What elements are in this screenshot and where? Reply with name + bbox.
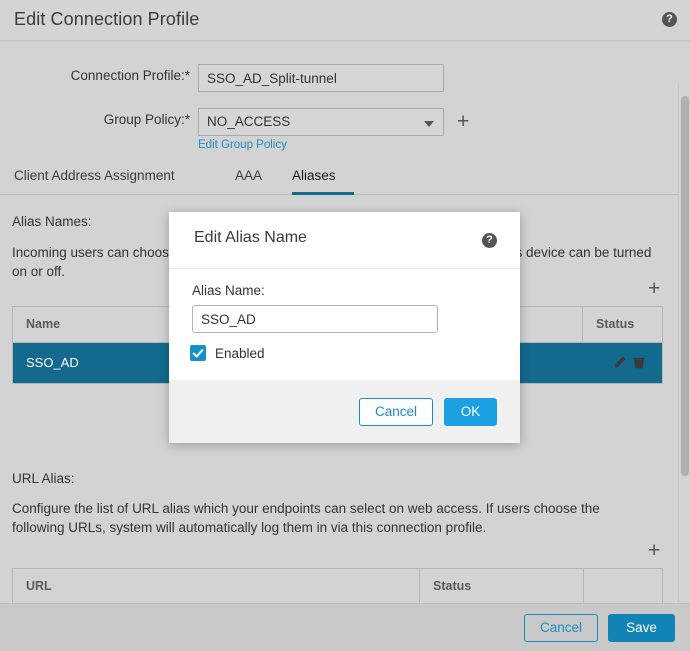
- dialog-titlebar: Edit Connection Profile ?: [0, 0, 690, 41]
- modal-footer: Cancel OK: [169, 380, 520, 443]
- column-divider: [583, 569, 584, 604]
- row-actions: [612, 355, 646, 370]
- tab-aaa[interactable]: AAA: [235, 163, 268, 194]
- connection-profile-label: Connection Profile:*: [70, 68, 190, 83]
- url-table-header: URL Status: [13, 569, 662, 605]
- tab-label: Client Address Assignment: [14, 168, 175, 183]
- connection-profile-row: Connection Profile:*: [0, 64, 670, 92]
- cancel-button[interactable]: Cancel: [524, 614, 598, 642]
- group-policy-select[interactable]: NO_ACCESS: [198, 108, 444, 136]
- edit-group-policy-link[interactable]: Edit Group Policy: [198, 139, 287, 151]
- alias-name-input[interactable]: [192, 305, 438, 333]
- dialog-footer: Cancel Save: [0, 603, 690, 651]
- enabled-checkbox[interactable]: [190, 345, 206, 361]
- url-alias-description: Configure the list of URL alias which yo…: [12, 501, 600, 535]
- url-table-col-url: URL: [26, 579, 52, 593]
- tab-aliases[interactable]: Aliases: [292, 163, 354, 195]
- tab-bar: Client Address Assignment AAA Aliases: [0, 163, 690, 195]
- add-alias-button[interactable]: +: [648, 278, 660, 299]
- modal-header: Edit Alias Name ?: [169, 212, 520, 269]
- alias-table-col-status: Status: [596, 317, 635, 331]
- enabled-label: Enabled: [215, 345, 265, 361]
- tab-client-address-assignment[interactable]: Client Address Assignment: [14, 163, 211, 194]
- chevron-down-icon: [424, 121, 434, 127]
- vertical-scrollbar[interactable]: [678, 84, 690, 645]
- modal-title: Edit Alias Name: [194, 229, 307, 246]
- modal-cancel-button[interactable]: Cancel: [359, 398, 433, 426]
- help-icon[interactable]: ?: [662, 12, 677, 27]
- scrollbar-thumb[interactable]: [681, 96, 689, 476]
- trash-icon[interactable]: [632, 355, 646, 370]
- alias-name-label: Alias Name:: [192, 283, 265, 298]
- alias-names-heading: Alias Names:: [12, 214, 92, 229]
- connection-profile-input[interactable]: [198, 64, 444, 92]
- url-table-col-status: Status: [433, 579, 472, 593]
- modal-ok-button[interactable]: OK: [444, 398, 497, 426]
- url-alias-heading: URL Alias:: [12, 471, 75, 486]
- pencil-icon[interactable]: [612, 355, 627, 370]
- add-url-alias-button[interactable]: +: [648, 540, 660, 561]
- save-button[interactable]: Save: [608, 614, 675, 642]
- edit-alias-name-dialog: Edit Alias Name ? Alias Name: Enabled Ca…: [169, 212, 520, 443]
- group-policy-row: Group Policy:* NO_ACCESS +: [0, 108, 670, 136]
- help-icon[interactable]: ?: [482, 233, 497, 248]
- add-group-policy-button[interactable]: +: [457, 111, 469, 132]
- enabled-checkbox-row[interactable]: Enabled: [190, 345, 265, 361]
- group-policy-selected-value: NO_ACCESS: [207, 114, 291, 129]
- tab-label: AAA: [235, 168, 263, 183]
- page-title: Edit Connection Profile: [14, 9, 200, 29]
- tab-label: Aliases: [292, 168, 336, 183]
- modal-body: Alias Name: Enabled: [169, 269, 520, 380]
- group-policy-label: Group Policy:*: [103, 112, 190, 127]
